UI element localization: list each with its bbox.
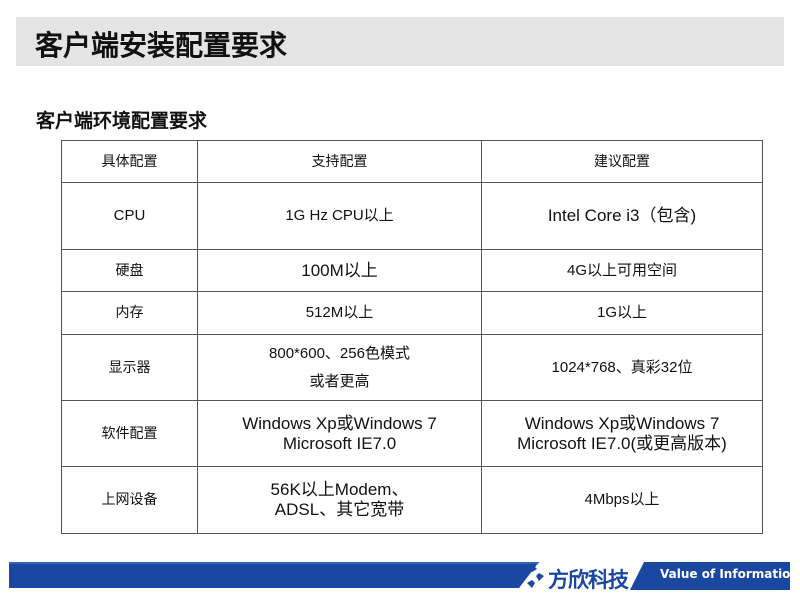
cell-text: 56K以上Modem、 [270,480,409,499]
row-item: 上网设备 [61,466,198,534]
company-name: 方欣科技 [548,568,629,592]
row-item: 硬盘 [61,249,198,292]
row-recommended: 1024*768、真彩32位 [481,334,763,401]
row-supported: 100M以上 [197,249,482,292]
row-supported: Windows Xp或Windows 7 Microsoft IE7.0 [197,400,482,467]
row-item: 内存 [61,291,198,335]
table-row: 硬盘 100M以上 4G以上可用空间 [61,249,763,292]
cell-text: 800*600、256色模式 [269,344,410,362]
row-recommended: Intel Core i3（包含) [481,182,763,250]
table-header-row: 具体配置 支持配置 建议配置 [61,140,763,183]
cell-text: 或者更高 [309,372,370,390]
cell-text: Intel Core i3（包含) [547,206,697,225]
table-row: CPU 1G Hz CPU以上 Intel Core i3（包含) [61,182,763,250]
section-subtitle: 客户端环境配置要求 [36,110,208,132]
table-row: 软件配置 Windows Xp或Windows 7 Microsoft IE7.… [61,400,763,467]
row-item: CPU [61,182,198,250]
cell-text: 1G Hz CPU以上 [285,207,394,224]
row-supported: 1G Hz CPU以上 [197,182,482,250]
table-row: 显示器 800*600、256色模式 或者更高 1024*768、真彩32位 [61,334,763,401]
row-recommended: Windows Xp或Windows 7 Microsoft IE7.0(或更高… [481,400,763,467]
row-item: 软件配置 [61,400,198,467]
header-supported: 支持配置 [197,140,482,183]
cell-text: Microsoft IE7.0(或更高版本) [517,433,727,453]
cell-text: 4Mbps以上 [584,491,660,508]
slogan-text: Value of Information [660,567,799,581]
row-recommended: 4Mbps以上 [481,466,763,534]
cell-text: Windows Xp或Windows 7 [242,413,437,433]
row-recommended: 4G以上可用空间 [481,249,763,292]
title-band: 客户端安装配置要求 [16,17,784,66]
footer-bar-shape [9,562,539,588]
cell-text: 4G以上可用空间 [566,261,677,279]
header-recommended: 建议配置 [481,140,763,183]
company-logo: 方欣科技 [516,561,636,592]
cell-text: ADSL、其它宽带 [274,500,405,519]
row-item: 显示器 [61,334,198,401]
config-table: 具体配置 支持配置 建议配置 CPU 1G Hz CPU以上 Intel Cor… [61,140,763,534]
cell-text: 1G以上 [596,304,647,321]
cell-text: Windows Xp或Windows 7 [524,413,720,433]
table-row: 上网设备 56K以上Modem、 ADSL、其它宽带 4Mbps以上 [61,466,763,534]
row-recommended: 1G以上 [481,291,763,335]
cell-text: 1024*768、真彩32位 [551,358,693,376]
four-arrow-logo-icon [520,564,544,588]
row-supported: 56K以上Modem、 ADSL、其它宽带 [197,466,482,534]
cell-text: Microsoft IE7.0 [282,433,397,453]
cell-text: 100M以上 [301,260,378,280]
footer-bar [9,562,539,588]
table-row: 内存 512M以上 1G以上 [61,291,763,335]
row-supported: 800*600、256色模式 或者更高 [197,334,482,401]
header-item: 具体配置 [61,140,198,183]
row-supported: 512M以上 [197,291,482,335]
page-title: 客户端安装配置要求 [35,29,288,62]
cell-text: 512M以上 [305,304,374,321]
